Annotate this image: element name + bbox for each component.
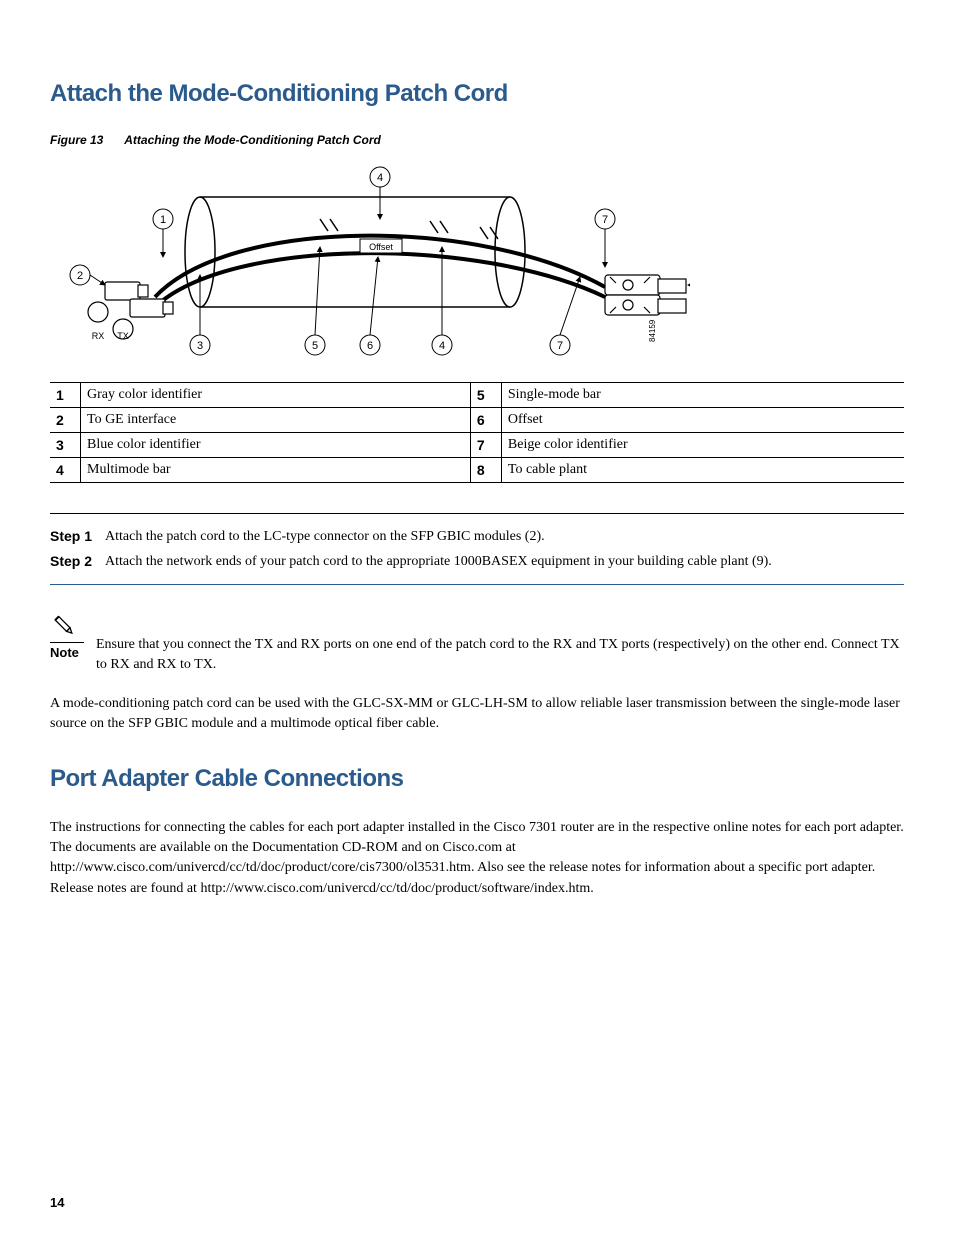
figure-title: Attaching the Mode-Conditioning Patch Co…: [124, 133, 381, 147]
callout-5: 5: [305, 247, 325, 355]
svg-text:7: 7: [557, 340, 563, 352]
tx-label: TX: [117, 331, 129, 341]
step-2: Step 2 Attach the network ends of your p…: [50, 551, 904, 572]
svg-text:7: 7: [602, 214, 608, 226]
body-paragraph-1: A mode-conditioning patch cord can be us…: [50, 694, 904, 735]
table-row: 1Gray color identifier 5Single-mode bar: [50, 383, 904, 408]
svg-text:1: 1: [160, 214, 166, 226]
table-row: 2To GE interface 6Offset: [50, 408, 904, 433]
offset-label: Offset: [369, 242, 393, 252]
rx-label: RX: [92, 331, 105, 341]
step-1: Step 1 Attach the patch cord to the LC-t…: [50, 526, 904, 547]
body-paragraph-2: The instructions for connecting the cabl…: [50, 818, 904, 899]
callout-1: 1: [153, 209, 173, 257]
callout-3: 3: [190, 275, 210, 355]
page-number: 14: [50, 1195, 64, 1210]
pencil-icon: [50, 615, 76, 635]
step-text: Attach the network ends of your patch co…: [105, 551, 904, 572]
step-label: Step 1: [50, 526, 105, 547]
callout-7-bottom: 7: [550, 277, 580, 355]
steps-block: Step 1 Attach the patch cord to the LC-t…: [50, 513, 904, 585]
section-heading-port-adapter: Port Adapter Cable Connections: [50, 765, 904, 793]
note-label: Note: [50, 645, 84, 660]
figure-diagram: Offset RX TX 1 2 3 4 5 6 4 7: [50, 157, 904, 362]
callout-8: 8: [688, 275, 690, 295]
svg-text:5: 5: [312, 340, 318, 352]
callout-7-top: 7: [595, 209, 615, 267]
step-text: Attach the patch cord to the LC-type con…: [105, 526, 904, 547]
callout-6: 6: [360, 257, 380, 355]
figure-number: Figure 13: [50, 133, 103, 147]
callout-4-top: 4: [370, 167, 390, 219]
section-heading-attach: Attach the Mode-Conditioning Patch Cord: [50, 80, 904, 108]
callout-4-bottom: 4: [432, 247, 452, 355]
table-row: 4Multimode bar 8To cable plant: [50, 458, 904, 483]
svg-text:6: 6: [367, 340, 373, 352]
note-block: Note Ensure that you connect the TX and …: [50, 615, 904, 674]
note-text: Ensure that you connect the TX and RX po…: [90, 615, 904, 674]
callout-2: 2: [70, 265, 105, 285]
svg-text:4: 4: [439, 340, 445, 352]
step-label: Step 2: [50, 551, 105, 572]
svg-text:2: 2: [77, 270, 83, 282]
svg-text:4: 4: [377, 172, 383, 184]
svg-text:3: 3: [197, 340, 203, 352]
figure-partnum: 84159: [648, 319, 657, 342]
callout-legend-table: 1Gray color identifier 5Single-mode bar …: [50, 382, 904, 483]
figure-caption: Figure 13 Attaching the Mode-Conditionin…: [50, 133, 904, 147]
table-row: 3Blue color identifier 7Beige color iden…: [50, 433, 904, 458]
